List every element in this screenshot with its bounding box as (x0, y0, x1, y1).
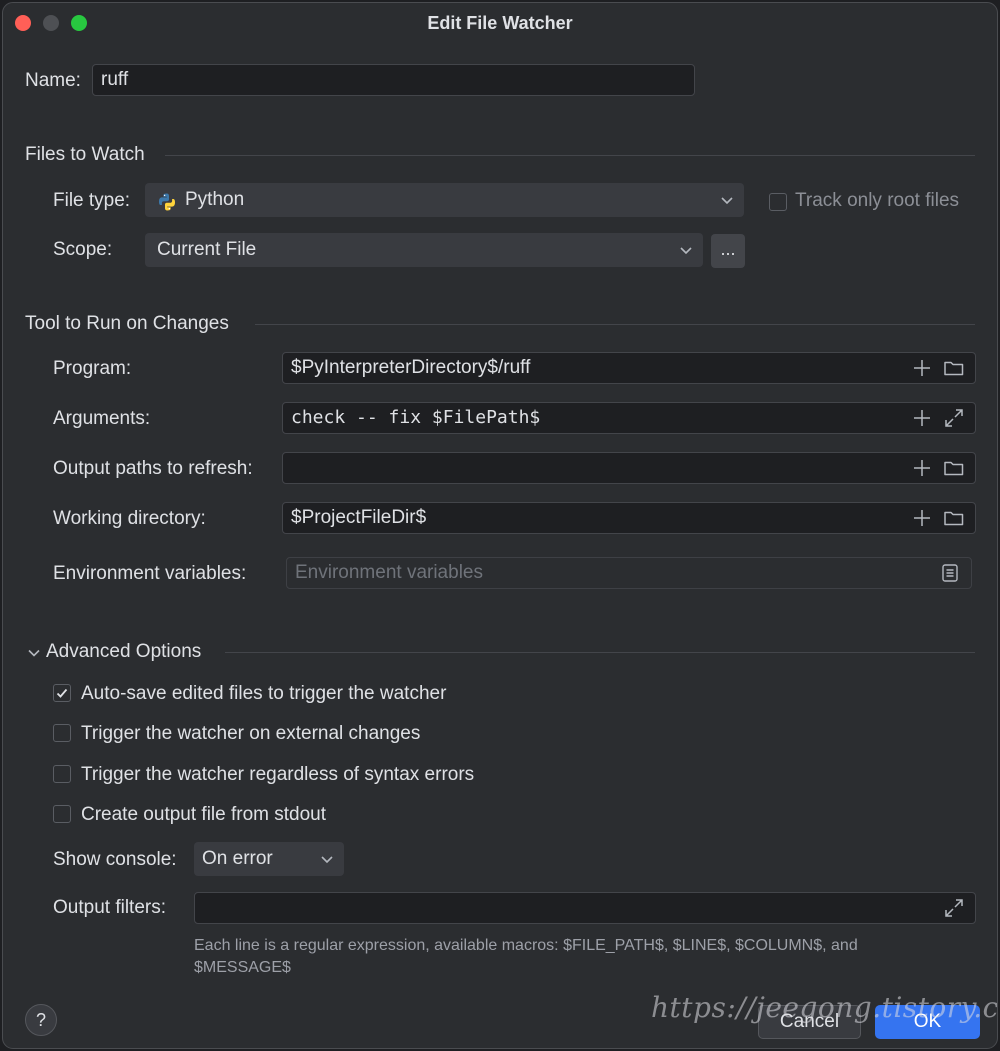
output-filters-label: Output filters: (53, 897, 166, 918)
working-dir-value: $ProjectFileDir$ (291, 507, 427, 528)
folder-icon[interactable] (942, 456, 966, 480)
working-dir-input[interactable]: $ProjectFileDir$ (282, 502, 976, 534)
output-filters-input[interactable] (194, 892, 976, 924)
hint-line: $MESSAGE$ (194, 959, 291, 976)
program-label: Program: (53, 358, 132, 379)
hint-line: Each line is a regular expression, avail… (194, 937, 858, 954)
scope-value: Current File (157, 239, 257, 260)
section-divider (225, 652, 975, 653)
section-divider (255, 324, 975, 325)
output-filters-hint: Each line is a regular expression, avail… (194, 935, 858, 979)
show-console-label: Show console: (53, 849, 177, 870)
name-label: Name: (25, 70, 81, 91)
chevron-down-icon (718, 183, 736, 217)
dialog-title: Edit File Watcher (427, 13, 573, 33)
python-icon (157, 190, 177, 211)
auto-save-checkbox[interactable] (53, 684, 71, 702)
help-button[interactable]: ? (25, 1004, 57, 1036)
scope-dropdown[interactable]: Current File (145, 233, 703, 267)
stdout-checkbox[interactable] (53, 805, 71, 823)
program-input[interactable]: $PyInterpreterDirectory$/ruff (282, 352, 976, 384)
chevron-down-icon (677, 233, 695, 267)
track-root-checkbox[interactable] (769, 193, 787, 211)
option-label: Auto-save edited files to trigger the wa… (81, 683, 447, 704)
watermark-text: https://jeegong.tistory.com (651, 991, 998, 1024)
plus-icon[interactable] (910, 506, 934, 530)
scope-label: Scope: (53, 239, 113, 260)
option-label: Trigger the watcher regardless of syntax… (81, 764, 475, 785)
advanced-heading[interactable]: Advanced Options (46, 641, 201, 663)
working-dir-label: Working directory: (53, 508, 206, 529)
expand-icon[interactable] (942, 406, 966, 430)
external-changes-checkbox[interactable] (53, 724, 71, 742)
file-type-dropdown[interactable]: Python (145, 183, 744, 217)
option-label: Trigger the watcher on external changes (81, 723, 421, 744)
title-bar: Edit File Watcher (3, 3, 997, 43)
arguments-input[interactable]: check -- fix $FilePath$ (282, 402, 976, 434)
plus-icon[interactable] (910, 356, 934, 380)
arguments-value: check -- fix $FilePath$ (291, 407, 541, 428)
show-console-dropdown[interactable]: On error (194, 842, 344, 876)
file-type-value: Python (185, 189, 245, 210)
expand-icon[interactable] (942, 896, 966, 920)
folder-icon[interactable] (942, 356, 966, 380)
section-divider (165, 155, 975, 156)
env-input[interactable]: Environment variables (286, 557, 972, 589)
file-type-label: File type: (53, 190, 131, 211)
arguments-label: Arguments: (53, 408, 151, 429)
plus-icon[interactable] (910, 406, 934, 430)
files-to-watch-heading: Files to Watch (25, 144, 145, 165)
env-label: Environment variables: (53, 563, 247, 584)
show-console-value: On error (202, 848, 273, 869)
chevron-down-icon[interactable] (23, 641, 47, 665)
chevron-down-icon (318, 842, 336, 876)
checkmark-icon (56, 688, 68, 698)
track-root-label: Track only root files (795, 190, 960, 211)
program-value: $PyInterpreterDirectory$/ruff (291, 357, 531, 378)
folder-icon[interactable] (942, 506, 966, 530)
tool-heading: Tool to Run on Changes (25, 313, 229, 334)
name-input[interactable]: ruff (92, 64, 695, 96)
plus-icon[interactable] (910, 456, 934, 480)
edit-file-watcher-dialog: Edit File Watcher Name: ruff Files to Wa… (2, 2, 998, 1049)
option-label: Create output file from stdout (81, 804, 327, 825)
env-placeholder: Environment variables (295, 562, 483, 583)
scope-more-button[interactable]: ... (711, 234, 745, 268)
output-paths-input[interactable] (282, 452, 976, 484)
syntax-errors-checkbox[interactable] (53, 765, 71, 783)
document-icon[interactable] (938, 561, 962, 585)
output-paths-label: Output paths to refresh: (53, 458, 253, 479)
